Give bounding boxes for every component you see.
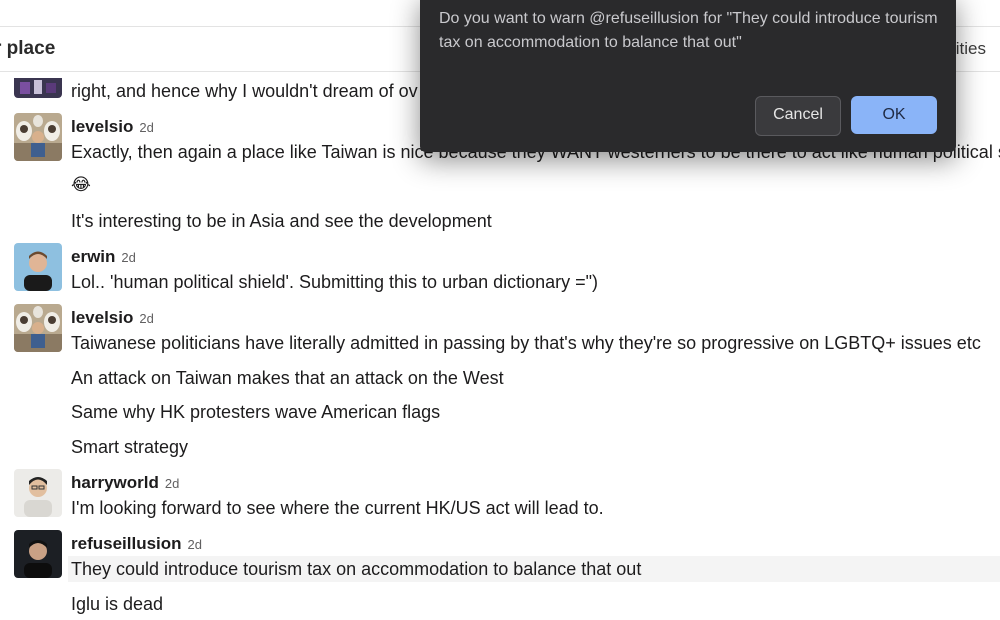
header-right-text[interactable]: ities <box>956 39 986 59</box>
message-text: Same why HK protesters wave American fla… <box>71 402 441 422</box>
message-timestamp[interactable]: 2d <box>188 537 202 552</box>
cancel-button[interactable]: Cancel <box>755 96 841 136</box>
message-text: Lol.. 'human political shield'. Submitti… <box>71 272 599 292</box>
channel-title[interactable]: r place <box>0 38 55 60</box>
avatar[interactable] <box>14 243 62 291</box>
message-list: right, and hence why I wouldn't dream of… <box>0 72 1000 620</box>
avatar[interactable] <box>14 469 62 517</box>
avatar[interactable] <box>14 113 62 161</box>
message-timestamp[interactable]: 2d <box>165 476 179 491</box>
message-timestamp[interactable]: 2d <box>139 120 153 135</box>
message-author[interactable]: levelsio 2d <box>71 117 154 137</box>
avatar[interactable] <box>14 78 62 98</box>
ok-button[interactable]: OK <box>851 96 937 134</box>
message-timestamp[interactable]: 2d <box>121 250 135 265</box>
message-author[interactable]: harryworld 2d <box>71 473 179 493</box>
message-text: Iglu is dead <box>71 594 164 614</box>
message-author[interactable]: levelsio 2d <box>71 308 154 328</box>
message-text: Taiwanese politicians have literally adm… <box>71 333 981 353</box>
avatar[interactable] <box>14 304 62 352</box>
avatar[interactable] <box>14 530 62 578</box>
message-author[interactable]: erwin 2d <box>71 247 136 267</box>
dialog-message: Do you want to warn @refuseillusion for … <box>439 10 938 51</box>
message-emoji: 😂 <box>71 175 91 194</box>
message-text: An attack on Taiwan makes that an attack… <box>71 368 504 388</box>
message-author[interactable]: refuseillusion 2d <box>71 534 202 554</box>
message-text: right, and hence why I wouldn't dream of… <box>71 81 418 101</box>
warn-user-dialog: Do you want to warn @refuseillusion for … <box>420 0 956 152</box>
message-text: They could introduce tourism tax on acco… <box>71 559 642 579</box>
message-text: It's interesting to be in Asia and see t… <box>71 211 492 231</box>
message-text: I'm looking forward to see where the cur… <box>71 498 604 518</box>
message-timestamp[interactable]: 2d <box>139 311 153 326</box>
message-text: Smart strategy <box>71 437 189 457</box>
